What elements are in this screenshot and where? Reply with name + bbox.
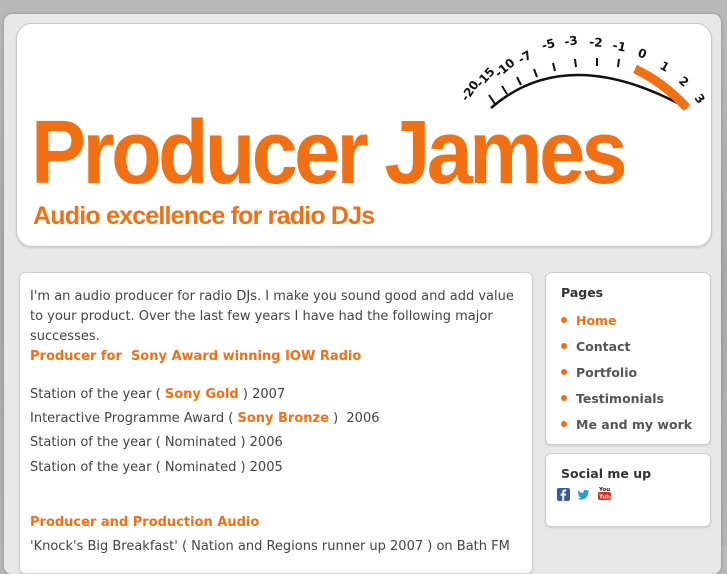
bullet-icon — [561, 317, 567, 323]
award-line: Station of the year ( Sony Gold ) 2007 — [30, 387, 286, 402]
bullet-icon — [561, 421, 567, 427]
section-heading-production-audio: Producer and Production Audio — [30, 515, 260, 530]
award-line: Interactive Programme Award ( Sony Bronz… — [30, 411, 380, 426]
meter-label: -7 — [516, 48, 535, 67]
nav-item-contact[interactable]: Contact — [561, 339, 630, 354]
meter-label: 0 — [636, 46, 649, 62]
credit-line: 'Knock's Big Breakfast' ( Nation and Reg… — [30, 539, 510, 554]
twitter-icon[interactable] — [577, 488, 590, 501]
nav-item-portfolio[interactable]: Portfolio — [561, 365, 637, 380]
site-tagline: Audio excellence for radio DJs — [33, 202, 375, 230]
nav-item-testimonials[interactable]: Testimonials — [561, 391, 664, 406]
award-line: Station of the year ( Nominated ) 2005 — [30, 460, 283, 475]
site-logo-title[interactable]: Producer James — [31, 108, 627, 198]
youtube-icon[interactable]: You Tube — [598, 485, 611, 501]
meter-label: -1 — [611, 38, 627, 54]
meter-label: -2 — [589, 35, 603, 50]
meter-label: 2 — [676, 74, 691, 90]
award-highlight: Sony Gold — [164, 387, 239, 402]
meter-label: 3 — [692, 91, 708, 106]
intro-text: I'm an audio producer for radio DJs. I m… — [30, 289, 514, 344]
meter-label: -3 — [563, 33, 578, 49]
bullet-icon — [561, 395, 567, 401]
nav-item-home[interactable]: Home — [561, 313, 617, 328]
award-highlight: Sony Bronze — [237, 411, 329, 426]
facebook-icon[interactable] — [557, 488, 570, 501]
meter-label: 1 — [658, 58, 672, 74]
social-title: Social me up — [561, 466, 652, 481]
vu-meter-graphic: -20 -15 -10 -7 -5 -3 -2 -1 0 1 2 3 — [458, 33, 708, 112]
main-content-panel: I'm an audio producer for radio DJs. I m… — [19, 272, 533, 574]
nav-item-me-and-my-work[interactable]: Me and my work — [561, 417, 692, 432]
bullet-icon — [561, 343, 567, 349]
bullet-icon — [561, 369, 567, 375]
award-line: Station of the year ( Nominated ) 2006 — [30, 435, 283, 450]
svg-text:Tube: Tube — [599, 494, 611, 500]
header-banner: -20 -15 -10 -7 -5 -3 -2 -1 0 1 2 3 Produ… — [16, 23, 712, 247]
pages-title: Pages — [561, 285, 604, 300]
meter-label: -10 — [492, 56, 518, 81]
meter-label: -5 — [540, 36, 557, 53]
pages-widget: Pages Home Contact Portfolio Testimonial… — [545, 272, 711, 445]
section-heading-iow-radio: Producer for Sony Award winning IOW Radi… — [30, 349, 362, 364]
social-widget: Social me up You Tube — [545, 453, 711, 527]
